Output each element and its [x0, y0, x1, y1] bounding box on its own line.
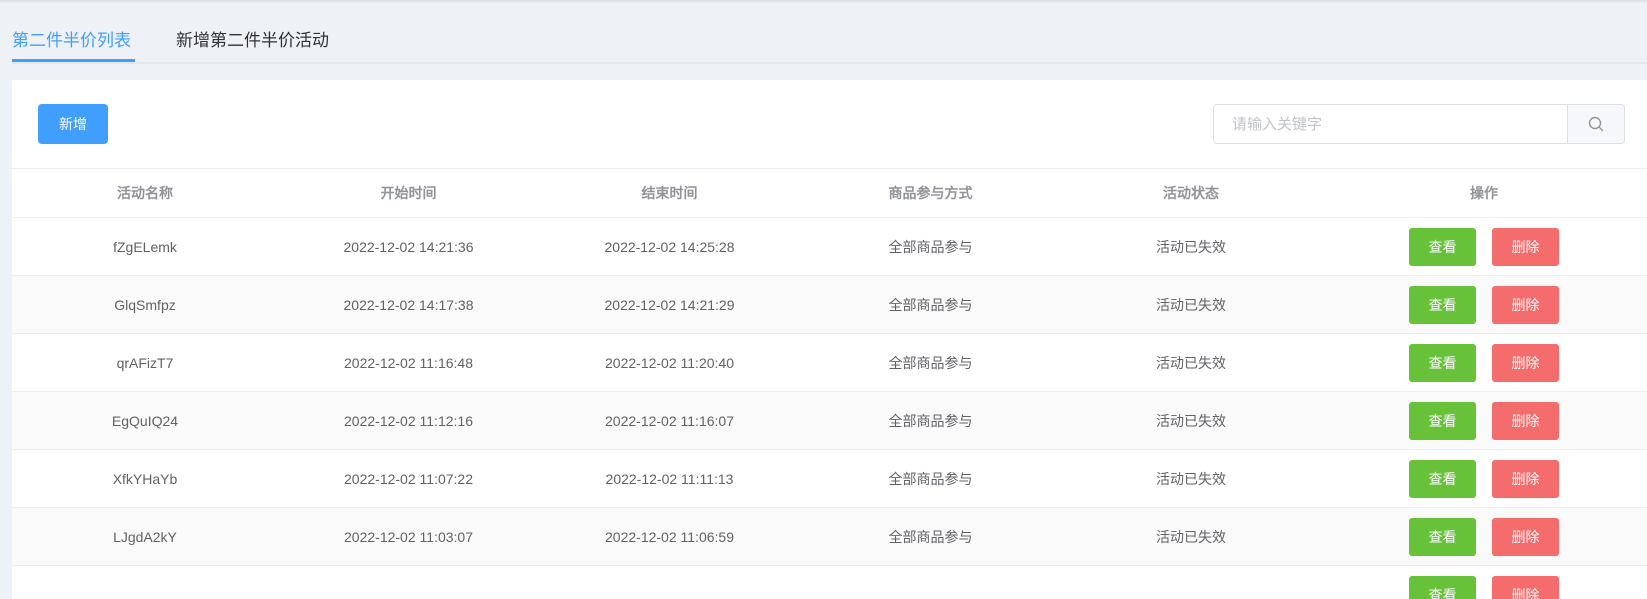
cell-end-time [539, 565, 800, 599]
view-button[interactable]: 查看 [1409, 401, 1476, 440]
table-row: GlqSmfpz 2022-12-02 14:17:38 2022-12-02 … [12, 275, 1647, 334]
delete-button[interactable]: 删除 [1492, 343, 1559, 382]
delete-button[interactable]: 删除 [1492, 459, 1559, 498]
search-icon [1588, 116, 1604, 132]
cell-actions: 查看 删除 [1321, 565, 1647, 599]
cell-activity-status: 活动已失效 [1061, 507, 1321, 566]
cell-actions: 查看 删除 [1321, 217, 1647, 276]
view-button[interactable]: 查看 [1409, 343, 1476, 382]
cell-activity-status: 活动已失效 [1061, 217, 1321, 276]
cell-participation-mode: 全部商品参与 [800, 333, 1061, 392]
cell-activity-name: XfkYHaYb [12, 449, 278, 508]
delete-button[interactable]: 删除 [1492, 517, 1559, 556]
search-input[interactable] [1214, 105, 1567, 143]
cell-activity-status: 活动已失效 [1061, 333, 1321, 392]
view-button[interactable]: 查看 [1409, 575, 1476, 599]
search-button[interactable] [1567, 105, 1624, 143]
cell-start-time: 2022-12-02 11:16:48 [278, 333, 539, 392]
cell-actions: 查看 删除 [1321, 507, 1647, 566]
cell-participation-mode: 全部商品参与 [800, 449, 1061, 508]
cell-start-time [278, 565, 539, 599]
cell-end-time: 2022-12-02 14:21:29 [539, 275, 800, 334]
table-row: LJgdA2kY 2022-12-02 11:03:07 2022-12-02 … [12, 507, 1647, 566]
delete-button[interactable]: 删除 [1492, 285, 1559, 324]
header-activity-status: 活动状态 [1061, 168, 1321, 218]
cell-end-time: 2022-12-02 11:06:59 [539, 507, 800, 566]
cell-activity-name [12, 565, 278, 599]
view-button[interactable]: 查看 [1409, 517, 1476, 556]
header-participation-mode: 商品参与方式 [800, 168, 1061, 218]
view-button[interactable]: 查看 [1409, 285, 1476, 324]
table-row: qrAFizT7 2022-12-02 11:16:48 2022-12-02 … [12, 333, 1647, 392]
cell-activity-name: qrAFizT7 [12, 333, 278, 392]
cell-actions: 查看 删除 [1321, 275, 1647, 334]
cell-actions: 查看 删除 [1321, 333, 1647, 392]
cell-actions: 查看 删除 [1321, 391, 1647, 450]
cell-activity-name: LJgdA2kY [12, 507, 278, 566]
cell-start-time: 2022-12-02 14:21:36 [278, 217, 539, 276]
tab-half-price-list[interactable]: 第二件半价列表 [12, 26, 131, 51]
cell-activity-status [1061, 565, 1321, 599]
header-start-time: 开始时间 [278, 168, 539, 218]
cell-actions: 查看 删除 [1321, 449, 1647, 508]
tab-add-half-price-activity[interactable]: 新增第二件半价活动 [176, 26, 329, 51]
table-row: XfkYHaYb 2022-12-02 11:07:22 2022-12-02 … [12, 449, 1647, 508]
add-button[interactable]: 新增 [38, 104, 108, 144]
cell-end-time: 2022-12-02 11:20:40 [539, 333, 800, 392]
cell-start-time: 2022-12-02 11:12:16 [278, 391, 539, 450]
header-actions: 操作 [1321, 168, 1647, 218]
cell-participation-mode: 全部商品参与 [800, 217, 1061, 276]
table-header-row: 活动名称 开始时间 结束时间 商品参与方式 活动状态 操作 [12, 168, 1647, 218]
cell-activity-status: 活动已失效 [1061, 449, 1321, 508]
cell-activity-name: EgQuIQ24 [12, 391, 278, 450]
view-button[interactable]: 查看 [1409, 459, 1476, 498]
activity-table: 活动名称 开始时间 结束时间 商品参与方式 活动状态 操作 fZgELemk 2… [12, 168, 1647, 599]
cell-end-time: 2022-12-02 14:25:28 [539, 217, 800, 276]
cell-participation-mode: 全部商品参与 [800, 507, 1061, 566]
cell-activity-name: fZgELemk [12, 217, 278, 276]
delete-button[interactable]: 删除 [1492, 401, 1559, 440]
cell-start-time: 2022-12-02 11:03:07 [278, 507, 539, 566]
cell-participation-mode [800, 565, 1061, 599]
delete-button[interactable]: 删除 [1492, 575, 1559, 599]
cell-end-time: 2022-12-02 11:11:13 [539, 449, 800, 508]
cell-activity-name: GlqSmfpz [12, 275, 278, 334]
active-tab-indicator [12, 59, 135, 62]
view-button[interactable]: 查看 [1409, 227, 1476, 266]
tab-bar: 第二件半价列表 新增第二件半价活动 [12, 0, 1647, 64]
list-card: 新增 活动名称 开始时间 结束时间 商品参与方式 活动状态 操作 [12, 80, 1647, 599]
table-row: fZgELemk 2022-12-02 14:21:36 2022-12-02 … [12, 217, 1647, 276]
header-activity-name: 活动名称 [12, 168, 278, 218]
cell-activity-status: 活动已失效 [1061, 391, 1321, 450]
table-row: EgQuIQ24 2022-12-02 11:12:16 2022-12-02 … [12, 391, 1647, 450]
cell-start-time: 2022-12-02 11:07:22 [278, 449, 539, 508]
header-end-time: 结束时间 [539, 168, 800, 218]
table-row: 查看 删除 [12, 565, 1647, 599]
cell-participation-mode: 全部商品参与 [800, 391, 1061, 450]
delete-button[interactable]: 删除 [1492, 227, 1559, 266]
search-box [1213, 104, 1625, 144]
cell-end-time: 2022-12-02 11:16:07 [539, 391, 800, 450]
cell-participation-mode: 全部商品参与 [800, 275, 1061, 334]
cell-start-time: 2022-12-02 14:17:38 [278, 275, 539, 334]
cell-activity-status: 活动已失效 [1061, 275, 1321, 334]
